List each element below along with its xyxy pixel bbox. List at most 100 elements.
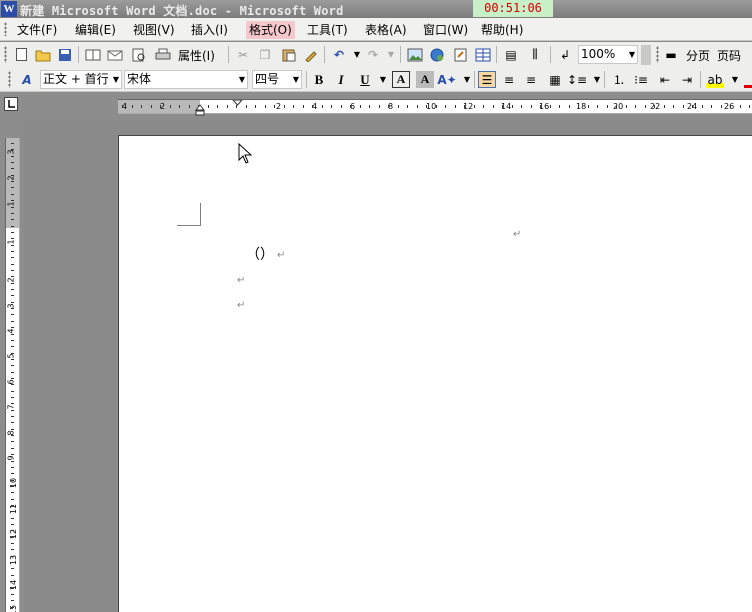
toolbar-grip-icon[interactable] [8,71,11,88]
ruler-tick-mark [150,105,152,108]
columns-button[interactable]: ▤ [502,46,520,63]
toolbar-overflow-button[interactable] [641,45,651,65]
menu-help[interactable]: 帮助(H) [478,21,526,39]
document-page[interactable] [118,135,752,612]
zoom-select[interactable]: 100% ▼ [578,45,638,64]
horizontal-ruler[interactable]: 42246810121416182022242628 [118,99,752,116]
page-number-button[interactable]: 页码 [717,47,741,64]
crop-mark [177,225,201,226]
distribute-button[interactable]: ▦ [546,71,564,88]
align-justify-button[interactable]: ☰ [478,71,496,88]
redo-button[interactable]: ↷ [364,46,382,63]
numbering-button[interactable]: ⒈ [610,71,628,88]
font-size-select[interactable]: 四号 ▼ [252,70,302,89]
document-text-line[interactable]: （） [246,244,274,264]
font-color-bar[interactable] [744,85,752,88]
ruler-tick-mark [312,105,313,108]
ruler-tick-mark [11,155,14,157]
align-center-button[interactable]: ≡ [500,71,518,88]
highlight-dropdown[interactable]: ▼ [726,71,744,88]
copy-button[interactable]: ❐ [256,46,274,63]
line-spacing-button[interactable]: ↕≡ [567,71,587,88]
ruler-tick-mark [11,149,14,151]
menu-insert[interactable]: 插入(I) [188,21,231,39]
ruler-tick-mark [11,238,14,240]
first-line-indent-marker[interactable] [232,100,244,114]
underline-dropdown[interactable]: ▼ [374,71,392,88]
menu-table[interactable]: 表格(A) [362,21,410,39]
email-button[interactable] [106,46,124,63]
bold-button[interactable]: B [310,71,328,88]
insert-hyperlink-button[interactable] [406,46,424,63]
ruler-tick-mark [11,384,14,386]
ruler-tick-mark [169,105,171,108]
ruler-tick-mark [11,206,14,208]
word-app-icon[interactable]: W [1,1,17,17]
insert-break-icon[interactable]: ▬ [662,46,680,63]
character-shading-button[interactable]: A [416,71,434,88]
toolbar-grip-icon[interactable] [656,46,659,63]
menu-file[interactable]: 文件(F) [14,21,60,39]
toolbar-grip-icon[interactable] [4,46,7,63]
vertical-ruler[interactable]: 3 2 1 1 2 3 4 5 6 7 8 9 10 11 12 13 14 15 [5,138,20,612]
web-button[interactable] [428,46,446,63]
ruler-tick-mark [11,282,14,284]
new-doc-icon [15,48,27,61]
ruler-tick-mark [11,320,14,322]
ruler-tick-mark [350,105,351,108]
ruler-tick-mark [217,105,218,108]
ruler-tick-mark [416,105,418,108]
table-icon [475,48,491,61]
ruler-tick-mark [11,428,14,430]
hanging-indent-marker[interactable] [195,104,205,116]
save-button[interactable] [56,46,74,63]
italic-button[interactable]: I [332,71,350,88]
print-preview-button[interactable] [130,46,148,63]
cut-button[interactable]: ✂ [234,46,252,63]
show-hide-button[interactable]: ↲ [556,46,574,63]
print-button[interactable] [154,46,172,63]
ruler-tick-mark [11,574,14,576]
ruler-tick-mark [11,358,14,360]
menu-grip-icon[interactable] [4,22,7,36]
styles-pane-button[interactable]: A [18,71,36,88]
permission-button[interactable] [84,46,102,63]
character-scaling-button[interactable]: A✦ [437,71,456,88]
insert-table-button[interactable] [474,46,492,63]
drawing-button[interactable]: ⫼ [526,46,544,63]
font-select[interactable]: 宋体 ▼ [124,70,248,89]
menu-format[interactable]: 格式(O) [246,21,295,39]
format-painter-button[interactable] [302,46,320,63]
style-select[interactable]: 正文 + 首行 ▼ [40,70,122,89]
page-break-button[interactable]: 分页 [686,47,710,64]
menu-tools[interactable]: 工具(T) [304,21,351,39]
ruler-tick-mark [559,105,560,108]
tab-selector-button[interactable] [4,97,18,111]
redo-dropdown[interactable]: ▼ [382,46,400,63]
properties-button[interactable]: 属性(I) [178,47,215,64]
ruler-tick-mark [302,105,304,108]
ruler-tick-mark [492,105,494,108]
underline-button[interactable]: U [356,71,374,88]
menu-edit[interactable]: 编辑(E) [72,21,119,39]
menu-view[interactable]: 视图(V) [130,21,178,39]
align-right-button[interactable]: ≡ [522,71,540,88]
character-border-button[interactable]: A [392,71,410,88]
highlight-button[interactable]: ab [706,71,724,88]
menu-window[interactable]: 窗口(W) [420,21,471,39]
ruler-tick-mark [11,460,14,462]
chevron-down-icon: ▼ [593,75,601,84]
bullets-button[interactable]: ⁝≡ [632,71,650,88]
undo-button[interactable]: ↶ [330,46,348,63]
new-document-button[interactable] [12,46,30,63]
chevron-down-icon: ▼ [238,75,245,84]
open-button[interactable] [34,46,52,63]
increase-indent-button[interactable]: ⇥ [678,71,696,88]
ruler-tick-mark [711,105,712,108]
ruler-tick-mark [549,105,551,108]
ruler-tick-mark [435,105,437,108]
ruler-tick-mark [483,105,484,108]
document-map-button[interactable] [452,46,470,63]
paste-button[interactable] [280,46,298,63]
decrease-indent-button[interactable]: ⇤ [656,71,674,88]
